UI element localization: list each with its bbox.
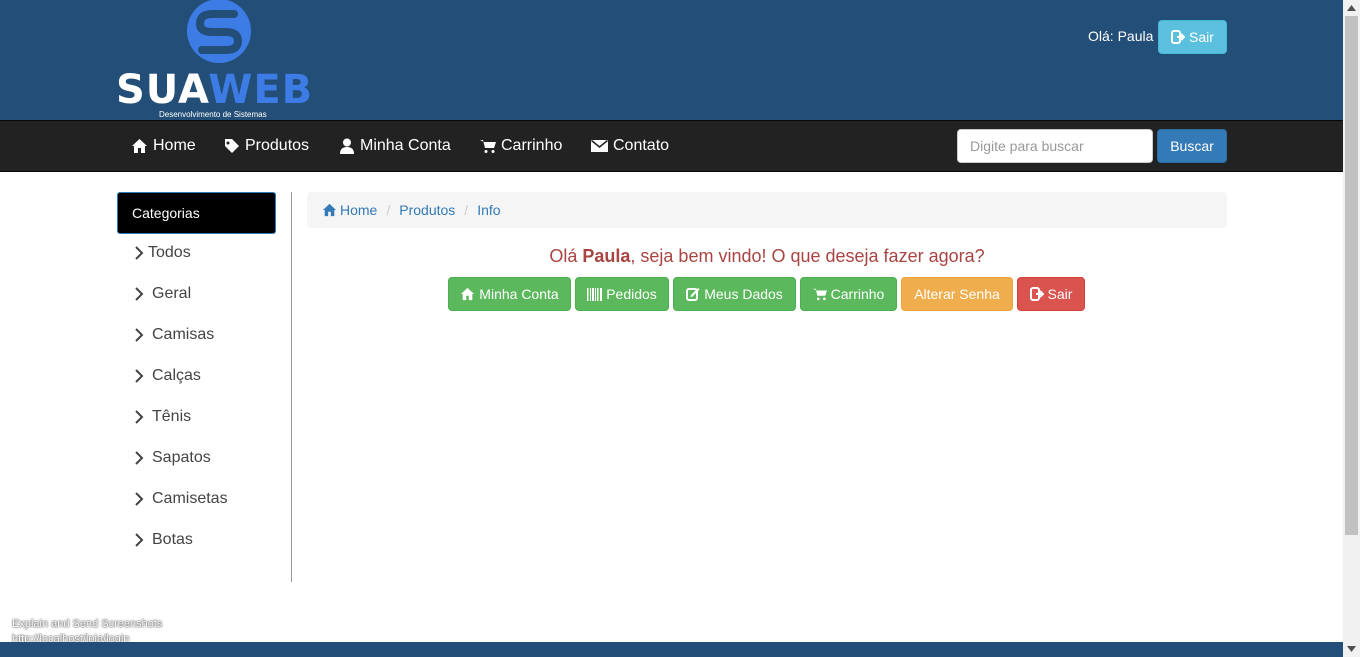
search-button[interactable]: Buscar <box>1157 129 1227 163</box>
nav-item-contato[interactable]: Contato <box>591 121 669 171</box>
scroll-up-arrow-icon[interactable] <box>1343 0 1360 16</box>
user-icon <box>340 138 354 154</box>
welcome-user-name: Paula <box>582 246 631 266</box>
carrinho-button[interactable]: Carrinho <box>800 277 897 311</box>
nav-item-produtos[interactable]: Produtos <box>224 121 309 171</box>
chevron-right-icon <box>135 287 144 301</box>
logout-button-label: Sair <box>1189 29 1214 45</box>
nav-item-label: Contato <box>613 137 670 154</box>
category-label: Sapatos <box>152 449 211 466</box>
breadcrumb: Home / Produtos / Info <box>307 192 1227 228</box>
search-input[interactable] <box>957 129 1153 163</box>
welcome-message: Olá Paula, seja bem vindo! O que deseja … <box>307 246 1227 267</box>
category-item-botas[interactable]: Botas <box>134 528 193 552</box>
categories-header: Categorias <box>117 192 276 234</box>
button-label: Carrinho <box>830 286 885 302</box>
cart-icon <box>480 140 496 153</box>
category-label: Geral <box>152 285 192 302</box>
barcode-icon <box>587 287 603 301</box>
logout-icon <box>1171 30 1186 44</box>
nav-item-label: Minha Conta <box>360 137 451 154</box>
main-navbar: Home Produtos Minha Conta Carrinho Conta… <box>0 120 1343 172</box>
tag-icon <box>225 139 239 153</box>
breadcrumb-info[interactable]: Info <box>477 202 500 218</box>
home-icon <box>461 287 475 301</box>
category-item-calcas[interactable]: Calças <box>134 364 201 388</box>
cart-icon <box>812 288 827 301</box>
breadcrumb-label: Home <box>340 202 378 218</box>
alterar-senha-button[interactable]: Alterar Senha <box>901 277 1013 311</box>
nav-item-label: Produtos <box>245 137 310 154</box>
user-greeting: Olá: Paula <box>1088 28 1154 44</box>
scrollbar-thumb[interactable] <box>1345 16 1358 535</box>
chevron-right-icon <box>135 492 144 506</box>
category-item-todos[interactable]: Todos <box>134 241 191 265</box>
category-label: Calças <box>152 367 201 384</box>
category-label: Botas <box>152 531 193 548</box>
logout-button[interactable]: Sair <box>1158 20 1227 54</box>
home-icon <box>132 139 147 153</box>
chevron-right-icon <box>135 328 144 342</box>
logout-icon <box>1029 287 1044 301</box>
home-icon <box>322 203 337 217</box>
nav-item-home[interactable]: Home <box>131 121 196 171</box>
pedidos-button[interactable]: Pedidos <box>575 277 669 311</box>
sidebar-divider <box>291 192 292 582</box>
chevron-right-icon <box>135 410 144 424</box>
category-item-camisas[interactable]: Camisas <box>134 323 214 347</box>
site-header: SUAWEB Desenvolvimento de Sistemas Olá: … <box>0 0 1343 120</box>
nav-item-label: Carrinho <box>501 137 563 154</box>
welcome-suffix: , seja bem vindo! O que deseja fazer ago… <box>630 246 985 266</box>
category-label: Todos <box>148 244 191 261</box>
edit-icon <box>686 288 700 301</box>
welcome-prefix: Olá <box>549 246 583 266</box>
chevron-right-icon <box>135 451 144 465</box>
scroll-down-arrow-icon[interactable] <box>1343 641 1360 657</box>
chevron-right-icon <box>135 533 144 547</box>
nav-item-label: Home <box>153 137 196 154</box>
breadcrumb-produtos[interactable]: Produtos <box>399 202 455 218</box>
button-label: Pedidos <box>606 286 657 302</box>
minha-conta-button[interactable]: Minha Conta <box>448 277 571 311</box>
chevron-right-icon <box>135 246 144 260</box>
breadcrumb-separator: / <box>464 202 469 218</box>
category-item-tenis[interactable]: Tênis <box>134 405 191 429</box>
category-label: Camisetas <box>152 490 228 507</box>
button-label: Alterar Senha <box>914 286 1000 302</box>
category-item-geral[interactable]: Geral <box>134 282 191 306</box>
category-label: Tênis <box>152 408 192 425</box>
button-label: Meus Dados <box>704 286 783 302</box>
envelope-icon <box>591 139 608 152</box>
meus-dados-button[interactable]: Meus Dados <box>673 277 796 311</box>
button-label: Sair <box>1047 286 1073 302</box>
logo[interactable]: SUAWEB Desenvolvimento de Sistemas <box>116 0 326 120</box>
logo-text-web: WEB <box>208 67 314 113</box>
logo-subtitle: Desenvolvimento de Sistemas <box>159 110 267 119</box>
status-line-1: Explain and Send Screenshots <box>12 618 163 630</box>
logo-text-sua: SUA <box>116 67 209 113</box>
chevron-right-icon <box>135 369 144 383</box>
footer-bar <box>0 642 1343 657</box>
sair-button[interactable]: Sair <box>1017 277 1085 311</box>
category-item-sapatos[interactable]: Sapatos <box>134 446 211 470</box>
nav-item-carrinho[interactable]: Carrinho <box>480 121 562 171</box>
logo-wordmark: SUAWEB <box>116 70 313 110</box>
breadcrumb-home[interactable]: Home <box>322 202 377 218</box>
category-item-camisetas[interactable]: Camisetas <box>134 487 228 511</box>
breadcrumb-separator: / <box>386 202 391 218</box>
category-label: Camisas <box>152 326 215 343</box>
nav-item-minha-conta[interactable]: Minha Conta <box>339 121 451 171</box>
button-label: Minha Conta <box>479 286 559 302</box>
